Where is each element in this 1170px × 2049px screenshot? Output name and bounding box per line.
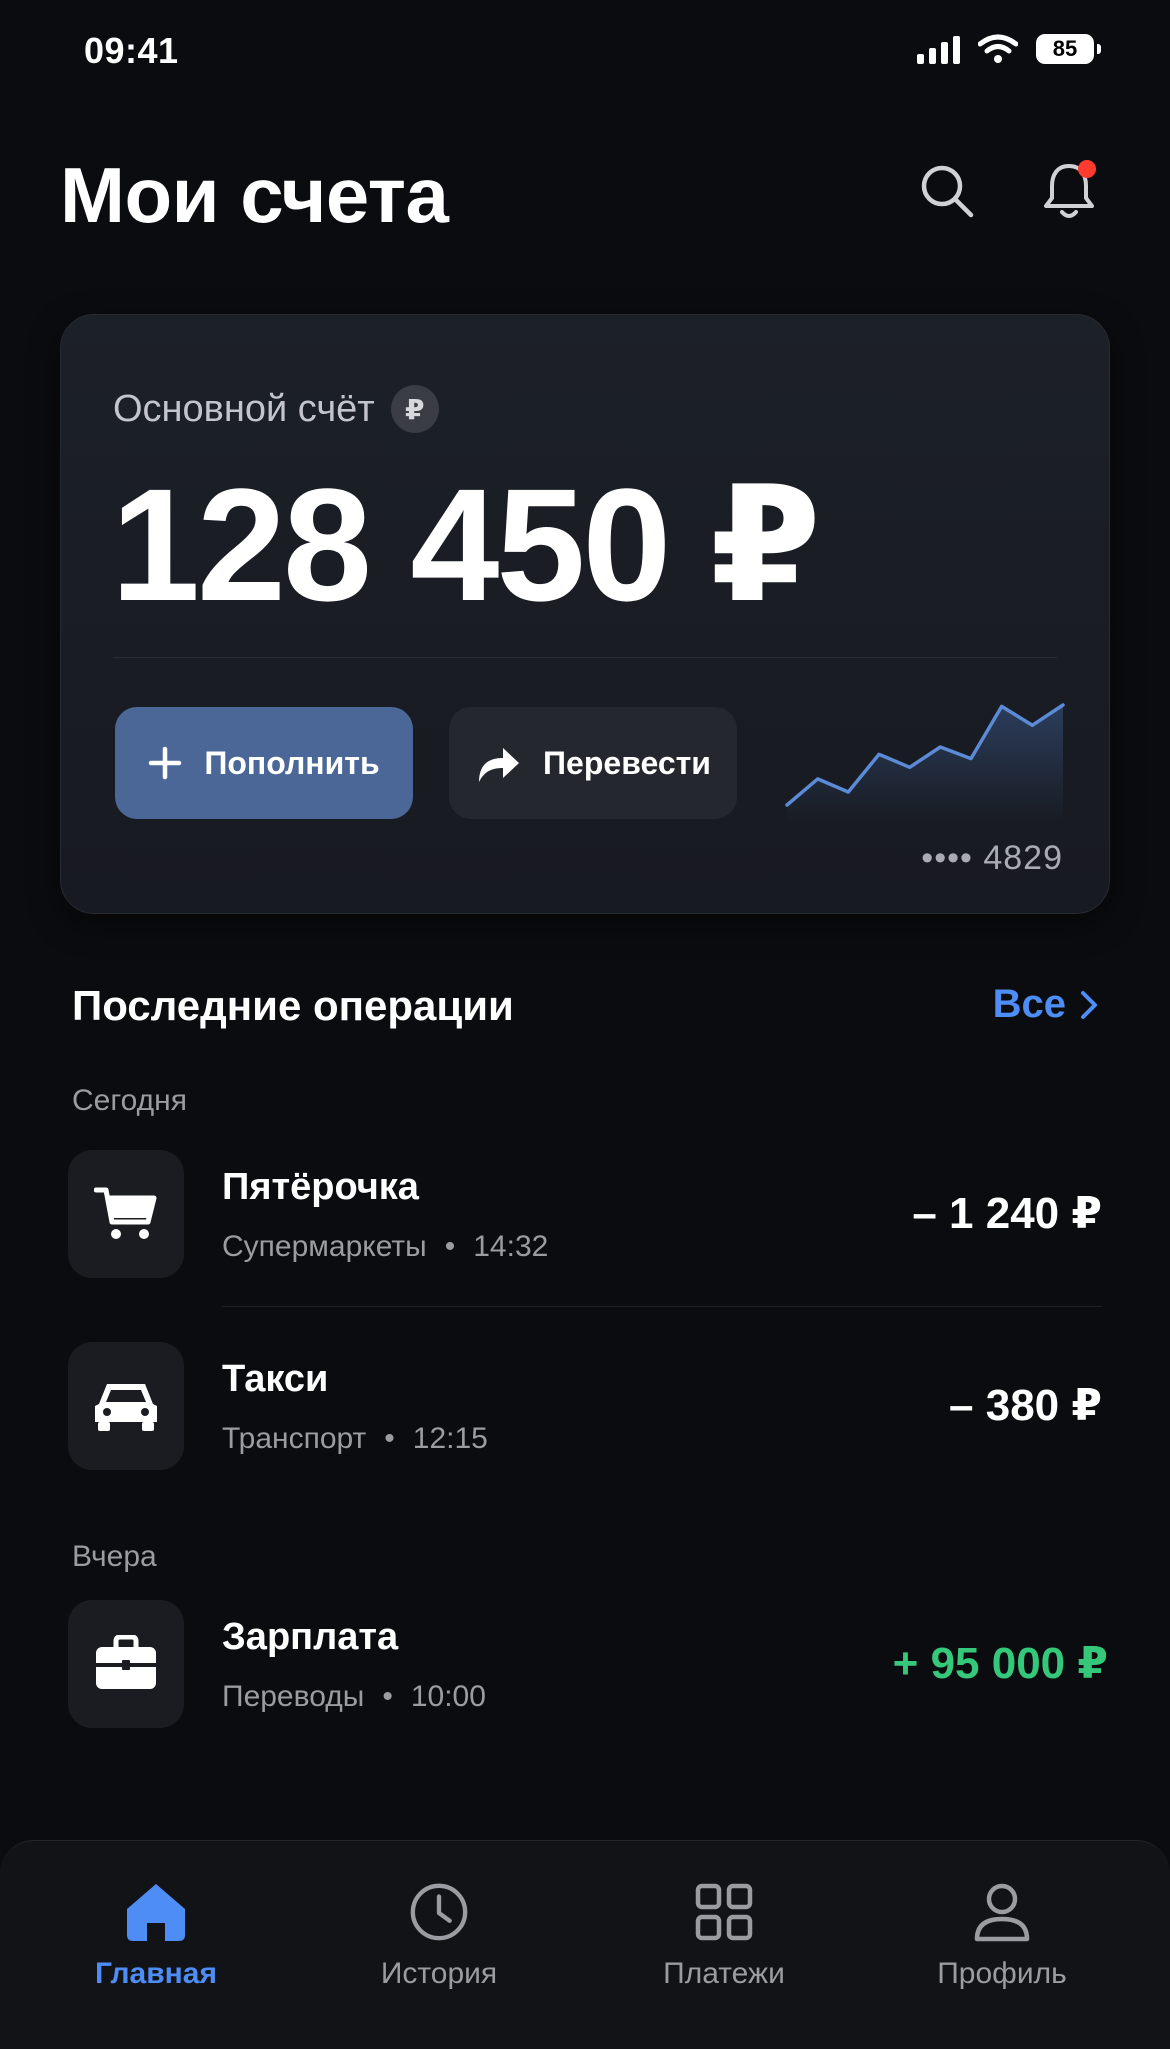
nav-label: Платежи bbox=[663, 1957, 785, 1990]
nav-item-payments[interactable]: Платежи bbox=[614, 1881, 834, 1991]
transaction-time: 12:15 bbox=[412, 1422, 488, 1455]
recent-operations-title: Последние операции bbox=[72, 982, 514, 1029]
car-icon bbox=[95, 1384, 157, 1431]
transfer-label: Перевести bbox=[543, 744, 711, 781]
transaction-icon-box bbox=[68, 1150, 184, 1278]
see-all-label: Все bbox=[992, 982, 1066, 1026]
topup-button[interactable]: Пополнить bbox=[115, 707, 413, 819]
cart-icon bbox=[94, 1187, 157, 1239]
wifi-icon bbox=[978, 34, 1018, 63]
see-all-link[interactable]: Все bbox=[993, 982, 1098, 1027]
transaction-name: Такси bbox=[222, 1358, 329, 1400]
transaction-icon-box bbox=[68, 1600, 184, 1728]
share-arrow-icon bbox=[479, 748, 520, 782]
notifications-button[interactable] bbox=[1036, 158, 1102, 224]
briefcase-icon bbox=[96, 1635, 156, 1689]
transfer-button[interactable]: Перевести bbox=[449, 707, 737, 819]
transaction-icon-box bbox=[68, 1342, 184, 1470]
transaction-name: Зарплата bbox=[222, 1616, 399, 1658]
transaction-row[interactable]: Пятёрочка Супермаркеты • 14:32 – 1 240 ₽ bbox=[68, 1150, 1102, 1280]
day-label-yesterday: Вчера bbox=[72, 1540, 157, 1573]
account-label-row: Основной счёт ₽ bbox=[113, 385, 439, 433]
transaction-time: 10:00 bbox=[410, 1680, 486, 1713]
chevron-right-icon bbox=[1081, 990, 1097, 1019]
notification-dot bbox=[1078, 160, 1096, 178]
card-divider bbox=[113, 657, 1057, 658]
account-balance: 128 450 ₽ bbox=[111, 455, 821, 634]
status-icons: 85 bbox=[917, 34, 1101, 64]
separator-dot: • bbox=[384, 1422, 395, 1455]
nav-item-home[interactable]: Главная bbox=[46, 1881, 266, 1991]
transaction-time: 14:32 bbox=[473, 1230, 549, 1263]
row-divider bbox=[222, 1306, 1102, 1307]
battery-level: 85 bbox=[1052, 36, 1078, 61]
separator-dot: • bbox=[382, 1680, 393, 1713]
nav-label: История bbox=[380, 1957, 498, 1990]
nav-label: Главная bbox=[94, 1957, 217, 1990]
sparkline-area bbox=[787, 705, 1063, 825]
transaction-category: Транспорт bbox=[222, 1422, 367, 1455]
plus-icon bbox=[149, 746, 182, 780]
clock-icon bbox=[410, 1883, 468, 1941]
user-icon bbox=[974, 1883, 1030, 1942]
day-label-today: Сегодня bbox=[72, 1084, 187, 1117]
transaction-row[interactable]: Зарплата Переводы • 10:00 + 95 000 ₽ bbox=[68, 1600, 1108, 1730]
home-icon bbox=[127, 1884, 185, 1941]
transaction-meta: Транспорт • 12:15 bbox=[222, 1422, 488, 1456]
transaction-category: Переводы bbox=[222, 1680, 365, 1713]
signal-icon bbox=[917, 34, 960, 64]
grid-icon bbox=[695, 1883, 753, 1941]
balance-sparkline bbox=[785, 703, 1065, 825]
battery-icon: 85 bbox=[1036, 34, 1101, 64]
topup-label: Пополнить bbox=[204, 744, 380, 781]
search-icon bbox=[921, 165, 974, 218]
transaction-meta: Супермаркеты • 14:32 bbox=[222, 1230, 548, 1264]
status-time: 09:41 bbox=[84, 30, 179, 71]
ruble-icon: ₽ bbox=[390, 385, 439, 433]
bottom-nav: Главная История Платежи Профиль bbox=[0, 1840, 1170, 2049]
account-label: Основной счёт bbox=[113, 387, 375, 430]
transaction-row[interactable]: Такси Транспорт • 12:15 – 380 ₽ bbox=[68, 1342, 1102, 1472]
transaction-name: Пятёрочка bbox=[222, 1166, 419, 1208]
transaction-amount: – 1 240 ₽ bbox=[912, 1189, 1102, 1238]
nav-item-profile[interactable]: Профиль bbox=[892, 1881, 1112, 1991]
transaction-category: Супермаркеты bbox=[222, 1230, 427, 1263]
nav-item-history[interactable]: История bbox=[329, 1881, 549, 1991]
transaction-meta: Переводы • 10:00 bbox=[222, 1680, 486, 1714]
transaction-amount: – 380 ₽ bbox=[949, 1381, 1102, 1430]
page-title: Мои счета bbox=[60, 151, 449, 239]
card-number: •••• 4829 bbox=[921, 839, 1063, 877]
transaction-amount: + 95 000 ₽ bbox=[892, 1639, 1108, 1688]
nav-label: Профиль bbox=[937, 1957, 1067, 1990]
account-card[interactable]: Основной счёт ₽ 128 450 ₽ Пополнить Пере… bbox=[60, 314, 1110, 914]
search-button[interactable] bbox=[914, 158, 980, 224]
separator-dot: • bbox=[444, 1230, 456, 1263]
